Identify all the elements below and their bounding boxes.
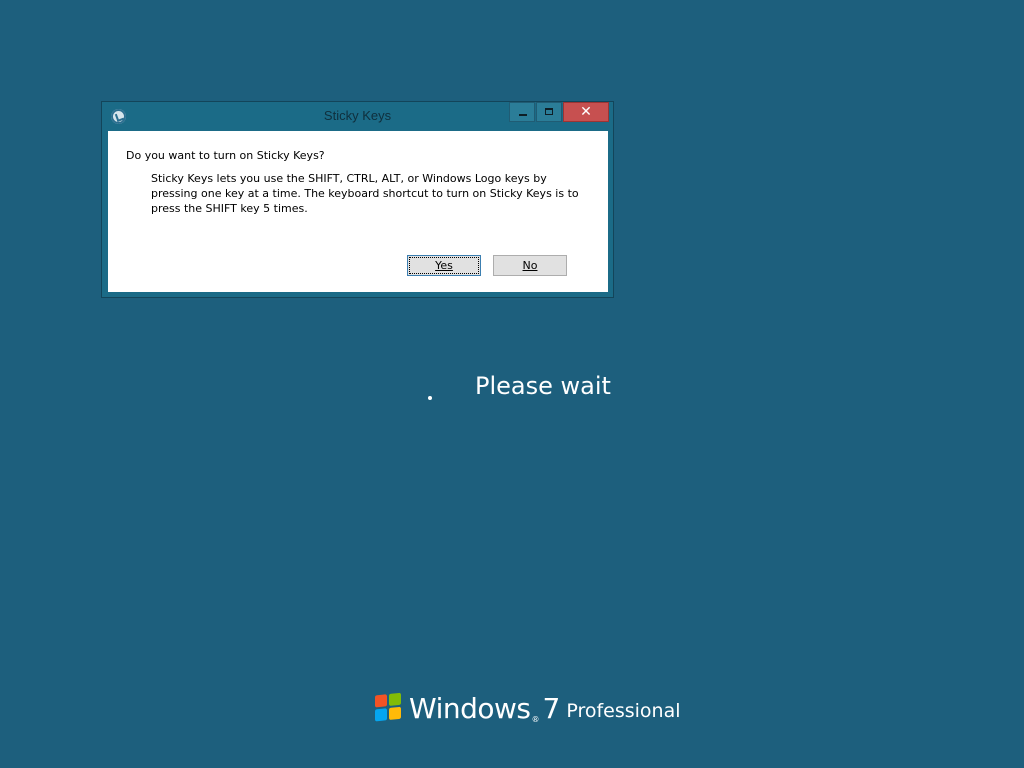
brand-trademark: ®: [531, 715, 540, 724]
brand-version: 7: [542, 692, 561, 725]
flag-pane-blue: [375, 708, 387, 722]
minimize-icon: [519, 114, 527, 116]
no-button-label: No: [522, 259, 538, 272]
maximize-icon: [545, 108, 553, 115]
sticky-keys-dialog: Sticky Keys ✕ Do you want to turn on Sti…: [101, 101, 614, 298]
dialog-body: Do you want to turn on Sticky Keys? Stic…: [108, 131, 608, 292]
dialog-titlebar[interactable]: Sticky Keys ✕: [102, 102, 613, 131]
yes-button-label: Yes: [435, 259, 453, 272]
windows-branding: Windows ® 7 Professional: [375, 690, 681, 724]
loading-spinner: [428, 396, 432, 400]
flag-pane-green: [389, 692, 401, 706]
window-controls: ✕: [509, 102, 609, 122]
close-icon: ✕: [580, 104, 592, 120]
close-button[interactable]: ✕: [563, 102, 609, 122]
flag-pane-yellow: [389, 706, 401, 720]
dialog-description: Sticky Keys lets you use the SHIFT, CTRL…: [151, 172, 579, 215]
dialog-question: Do you want to turn on Sticky Keys?: [126, 149, 325, 162]
windows-flag-logo: [375, 692, 403, 724]
no-button[interactable]: No: [493, 255, 567, 276]
brand-product-name: Windows: [409, 692, 531, 725]
minimize-button[interactable]: [509, 102, 535, 122]
maximize-button[interactable]: [536, 102, 562, 122]
yes-button[interactable]: Yes: [407, 255, 481, 276]
flag-pane-red: [375, 694, 387, 708]
status-text: Please wait: [475, 372, 611, 400]
brand-edition: Professional: [566, 700, 681, 722]
